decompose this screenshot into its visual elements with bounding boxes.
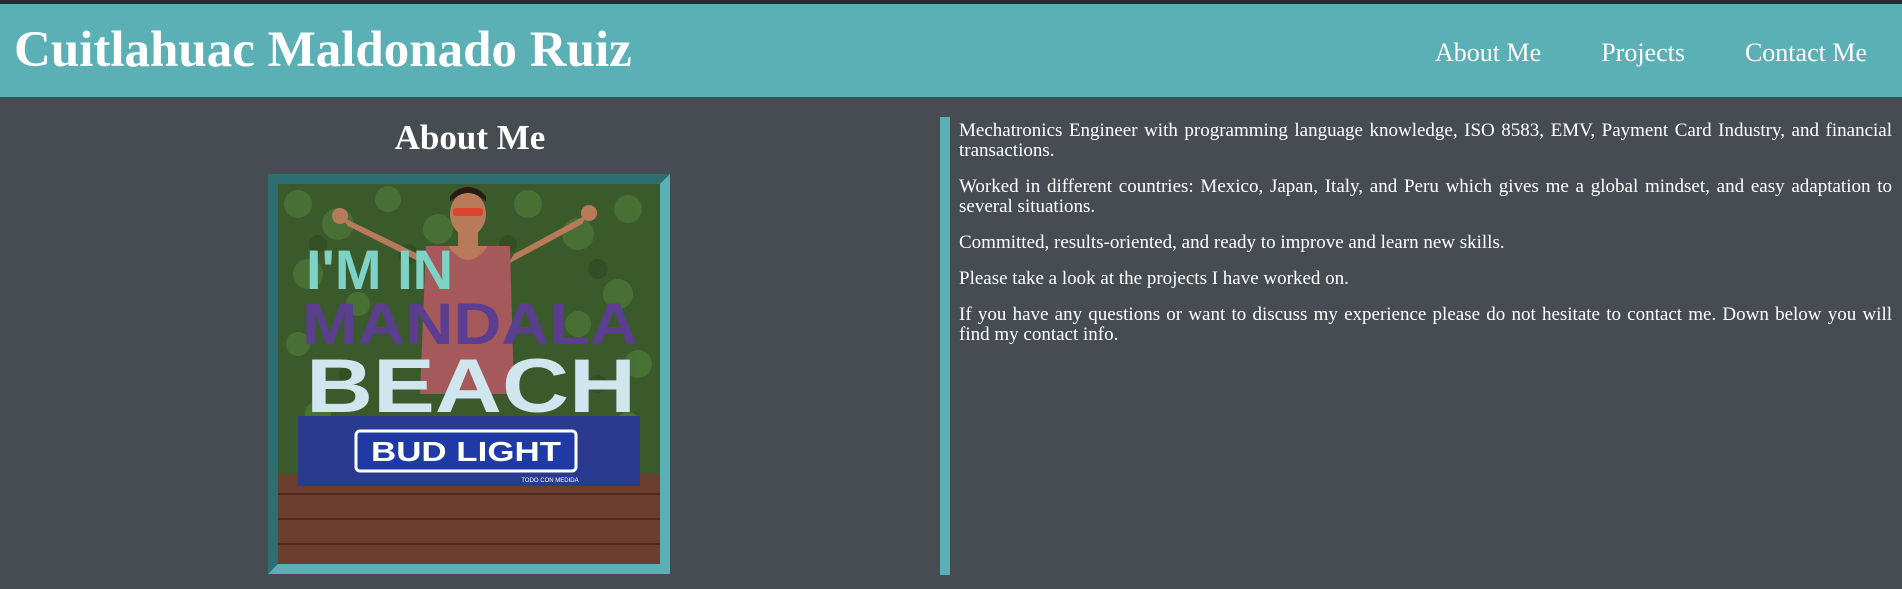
about-description: Mechatronics Engineer with programming l… <box>959 121 1892 361</box>
about-photo-column: About Me I'M IN MANDALA BEACH BUD LIGHT … <box>0 97 940 589</box>
nav-link-contact-me[interactable]: Contact Me <box>1745 36 1867 70</box>
vertical-divider <box>940 117 950 575</box>
sign-text-bud-light: BUD LIGHT <box>371 436 561 467</box>
profile-photo: I'M IN MANDALA BEACH BUD LIGHT TODO CON … <box>268 174 670 574</box>
site-header: Cuitlahuac Maldonado Ruiz About Me Proje… <box>0 4 1902 97</box>
about-paragraph: Mechatronics Engineer with programming l… <box>959 120 1892 161</box>
site-title[interactable]: Cuitlahuac Maldonado Ruiz <box>14 20 632 80</box>
about-paragraph: Please take a look at the projects I hav… <box>959 268 1349 289</box>
sign-text-tagline: TODO CON MEDIDA <box>521 478 578 484</box>
nav-link-about-me[interactable]: About Me <box>1435 36 1541 70</box>
about-paragraph: Worked in different countries: Mexico, J… <box>959 176 1892 217</box>
main-nav: About Me Projects Contact Me <box>1375 36 1867 70</box>
about-paragraph: Committed, results-oriented, and ready t… <box>959 232 1505 253</box>
about-paragraph: If you have any questions or want to dis… <box>959 304 1892 345</box>
profile-photo-image: I'M IN MANDALA BEACH BUD LIGHT TODO CON … <box>278 184 660 564</box>
about-section-title: About Me <box>394 118 546 157</box>
nav-link-projects[interactable]: Projects <box>1601 36 1685 70</box>
